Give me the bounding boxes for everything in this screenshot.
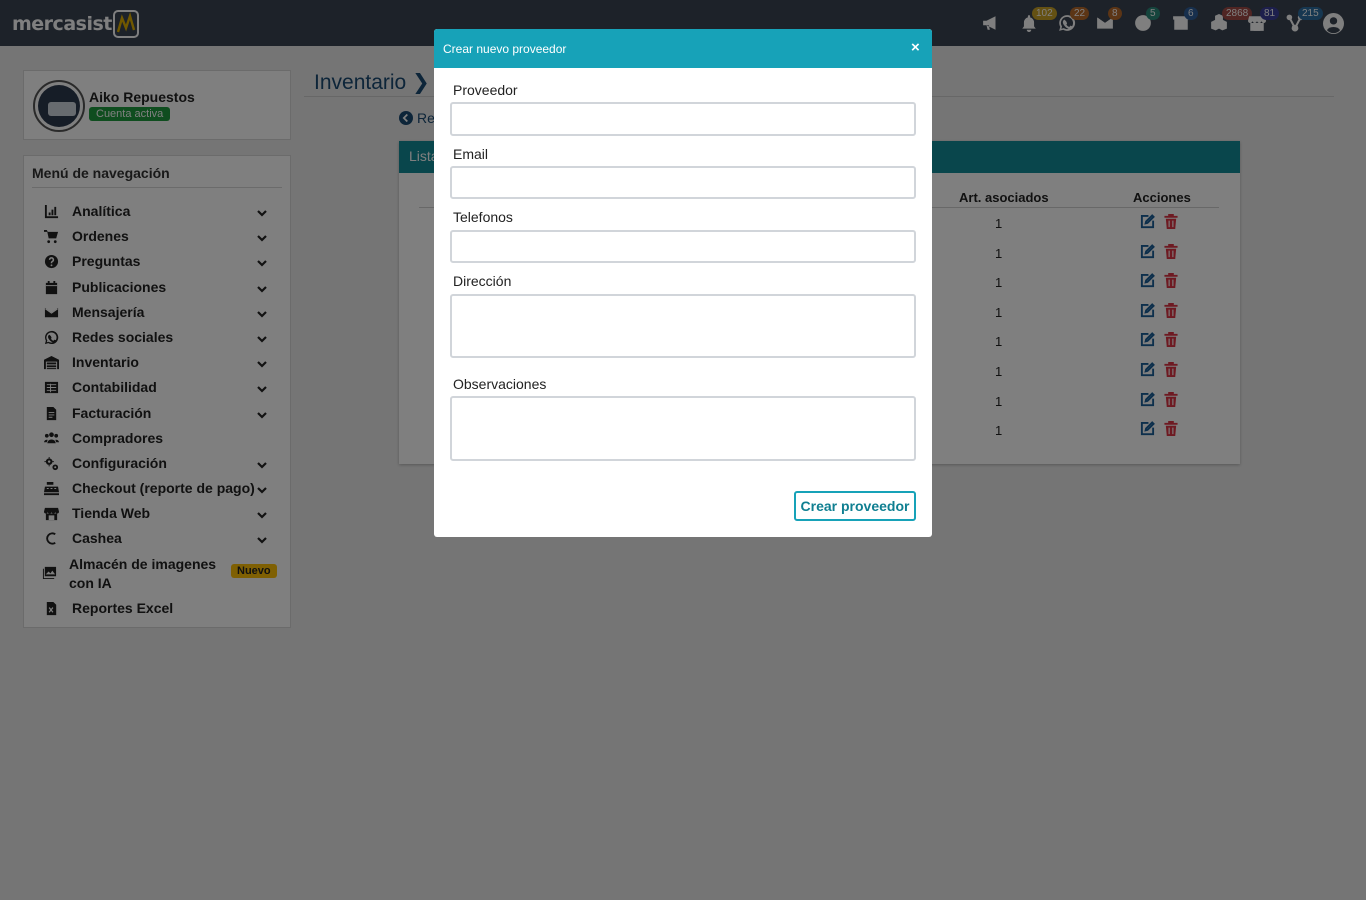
observaciones-label: Observaciones — [453, 376, 547, 392]
modal-header: Crear nuevo proveedor × — [434, 29, 932, 68]
direccion-label: Dirección — [453, 273, 512, 289]
create-provider-modal: Crear nuevo proveedor × Proveedor Email … — [434, 29, 932, 537]
observaciones-textarea[interactable] — [450, 396, 916, 461]
email-input[interactable] — [450, 166, 916, 199]
proveedor-label: Proveedor — [453, 82, 518, 98]
telefonos-input[interactable] — [450, 230, 916, 263]
modal-title: Crear nuevo proveedor — [443, 42, 567, 56]
proveedor-input[interactable] — [450, 102, 916, 136]
close-icon[interactable]: × — [911, 40, 920, 55]
email-label: Email — [453, 146, 489, 162]
direccion-textarea[interactable] — [450, 294, 916, 358]
telefonos-label: Telefonos — [453, 209, 513, 225]
create-provider-button[interactable]: Crear proveedor — [794, 491, 916, 521]
